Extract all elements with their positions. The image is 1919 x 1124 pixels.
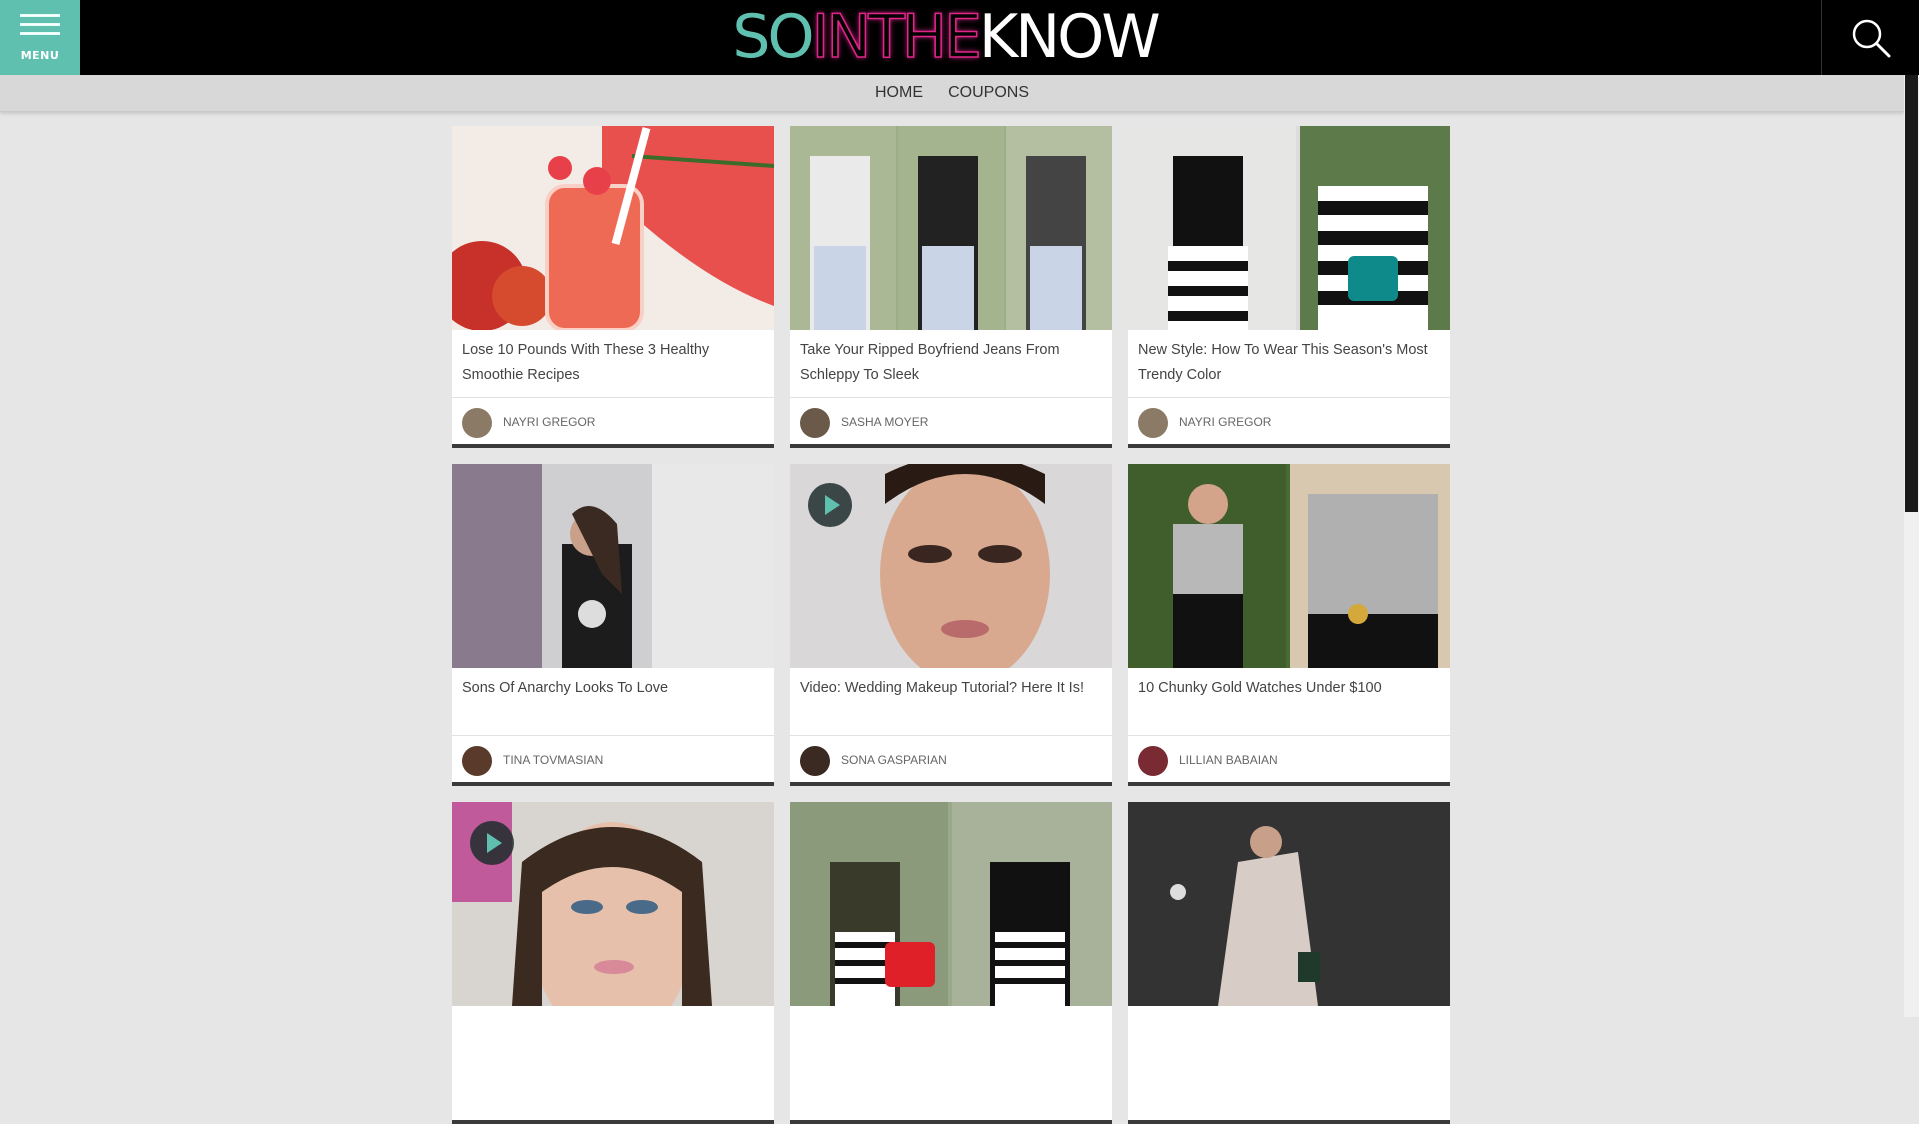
author-avatar — [800, 408, 830, 438]
article-image[interactable] — [452, 802, 774, 1006]
article-card[interactable]: Sons Of Anarchy Looks To Love TINA TOVMA… — [452, 464, 774, 786]
author-avatar — [462, 746, 492, 776]
article-image[interactable] — [452, 464, 774, 668]
nav-coupons[interactable]: COUPONS — [948, 75, 1029, 111]
search-button[interactable] — [1821, 0, 1919, 75]
search-icon — [1852, 19, 1891, 58]
article-card[interactable] — [1128, 802, 1450, 1124]
author-avatar — [1138, 746, 1168, 776]
author-row: NAYRI GREGOR — [452, 397, 774, 441]
scrollbar-thumb[interactable] — [1905, 75, 1918, 512]
scrollbar[interactable] — [1904, 75, 1919, 1017]
article-image[interactable] — [790, 802, 1112, 1006]
article-title[interactable]: New Style: How To Wear This Season's Mos… — [1138, 338, 1438, 388]
article-card[interactable]: New Style: How To Wear This Season's Mos… — [1128, 126, 1450, 448]
article-card[interactable]: Lose 10 Pounds With These 3 Healthy Smoo… — [452, 126, 774, 448]
article-image[interactable] — [1128, 464, 1450, 668]
author-row: LILLIAN BABAIAN — [1128, 735, 1450, 779]
article-image[interactable] — [1128, 126, 1450, 330]
article-card[interactable] — [452, 802, 774, 1124]
author-row: TINA TOVMASIAN — [452, 735, 774, 779]
author-avatar — [462, 408, 492, 438]
main-nav: HOME COUPONS — [0, 75, 1904, 112]
author-name[interactable]: TINA TOVMASIAN — [503, 753, 603, 767]
article-card[interactable]: Video: Wedding Makeup Tutorial? Here It … — [790, 464, 1112, 786]
author-name[interactable]: SONA GASPARIAN — [841, 753, 947, 767]
nav-home[interactable]: HOME — [875, 75, 923, 111]
article-image[interactable] — [452, 126, 774, 330]
site-logo[interactable]: SOINTHEKNOW — [695, 0, 1195, 75]
author-name[interactable]: NAYRI GREGOR — [503, 415, 595, 429]
article-title[interactable]: Sons Of Anarchy Looks To Love — [462, 676, 762, 701]
author-name[interactable]: SASHA MOYER — [841, 415, 928, 429]
author-name[interactable]: NAYRI GREGOR — [1179, 415, 1271, 429]
article-card[interactable]: Take Your Ripped Boyfriend Jeans From Sc… — [790, 126, 1112, 448]
article-image[interactable] — [1128, 802, 1450, 1006]
play-video-icon[interactable] — [808, 483, 852, 527]
author-row: SASHA MOYER — [790, 397, 1112, 441]
article-title[interactable]: Video: Wedding Makeup Tutorial? Here It … — [800, 676, 1100, 701]
author-avatar — [1138, 408, 1168, 438]
menu-button[interactable]: MENU — [0, 0, 80, 75]
article-image[interactable] — [790, 126, 1112, 330]
article-title[interactable]: Lose 10 Pounds With These 3 Healthy Smoo… — [462, 338, 762, 388]
menu-label: MENU — [20, 49, 60, 62]
author-row: SONA GASPARIAN — [790, 735, 1112, 779]
article-card[interactable] — [790, 802, 1112, 1124]
play-video-icon[interactable] — [470, 821, 514, 865]
author-name[interactable]: LILLIAN BABAIAN — [1179, 753, 1278, 767]
author-avatar — [800, 746, 830, 776]
article-card[interactable]: 10 Chunky Gold Watches Under $100 LILLIA… — [1128, 464, 1450, 786]
top-header: MENU SOINTHEKNOW — [0, 0, 1919, 75]
hamburger-icon — [20, 14, 60, 41]
article-title[interactable]: Take Your Ripped Boyfriend Jeans From Sc… — [800, 338, 1100, 388]
article-title[interactable]: 10 Chunky Gold Watches Under $100 — [1138, 676, 1438, 701]
article-image[interactable] — [790, 464, 1112, 668]
author-row: NAYRI GREGOR — [1128, 397, 1450, 441]
